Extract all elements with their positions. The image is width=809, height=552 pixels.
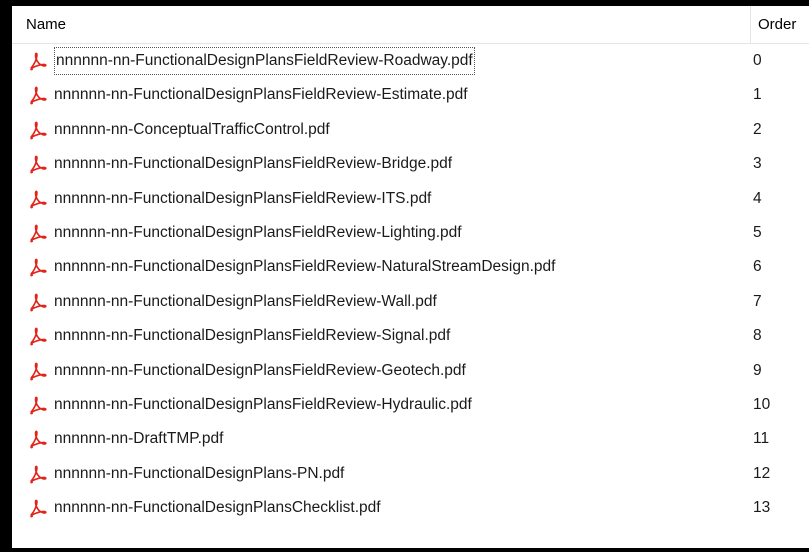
pdf-file-icon [28,498,48,518]
pdf-file-icon [28,395,48,415]
table-row[interactable]: nnnnnn-nn-FunctionalDesignPlansFieldRevi… [12,388,809,422]
table-row[interactable]: nnnnnn-nn-FunctionalDesignPlansFieldRevi… [12,354,809,388]
pdf-file-icon [28,326,48,346]
column-header-order[interactable]: Order [758,6,796,43]
order-value: 5 [753,223,762,241]
file-name: nnnnnn-nn-FunctionalDesignPlansFieldRevi… [54,47,475,75]
file-name: nnnnnn-nn-FunctionalDesignPlansChecklist… [54,499,381,517]
file-list-view: Name Order nnnnnn-nn-FunctionalDesignPla… [0,0,809,552]
file-name: nnnnnn-nn-FunctionalDesignPlansFieldRevi… [54,361,466,379]
table-row[interactable]: nnnnnn-nn-DraftTMP.pdf 11 [12,422,809,456]
table-row[interactable]: nnnnnn-nn-FunctionalDesignPlansFieldRevi… [12,319,809,353]
table-row[interactable]: nnnnnn-nn-FunctionalDesignPlansFieldRevi… [12,250,809,284]
pdf-file-icon [28,223,48,243]
file-name: nnnnnn-nn-FunctionalDesignPlansFieldRevi… [54,155,453,173]
table-row[interactable]: nnnnnn-nn-FunctionalDesignPlansFieldRevi… [12,216,809,250]
table-row[interactable]: nnnnnn-nn-FunctionalDesignPlansFieldRevi… [12,78,809,112]
file-name: nnnnnn-nn-DraftTMP.pdf [54,430,224,448]
table-row[interactable]: nnnnnn-nn-FunctionalDesignPlansFieldRevi… [12,182,809,216]
order-value: 7 [753,292,762,310]
table-row[interactable]: nnnnnn-nn-FunctionalDesignPlansFieldRevi… [12,147,809,181]
pdf-file-icon [28,292,48,312]
order-value: 2 [753,120,762,138]
file-name: nnnnnn-nn-FunctionalDesignPlansFieldRevi… [54,327,451,345]
pdf-file-icon [28,154,48,174]
pdf-file-icon [28,51,48,71]
file-name: nnnnnn-nn-FunctionalDesignPlansFieldRevi… [54,258,556,276]
column-header-name[interactable]: Name [26,6,66,43]
pdf-file-icon [28,189,48,209]
order-value: 4 [753,189,762,207]
list-header: Name Order [12,6,809,44]
pdf-file-icon [28,85,48,105]
order-value: 0 [753,52,762,69]
order-value: 6 [753,258,762,276]
order-value: 8 [753,327,762,345]
order-value: 13 [753,499,771,517]
file-name: nnnnnn-nn-FunctionalDesignPlansFieldRevi… [54,86,468,104]
table-row[interactable]: nnnnnn-nn-FunctionalDesignPlansFieldRevi… [12,44,809,78]
file-rows: nnnnnn-nn-FunctionalDesignPlansFieldRevi… [12,44,809,525]
file-name: nnnnnn-nn-FunctionalDesignPlansFieldRevi… [54,223,462,241]
file-name: nnnnnn-nn-FunctionalDesignPlans-PN.pdf [54,464,345,482]
table-row[interactable]: nnnnnn-nn-FunctionalDesignPlansChecklist… [12,491,809,525]
order-value: 1 [753,86,762,104]
order-value: 10 [753,395,771,413]
file-name: nnnnnn-nn-FunctionalDesignPlansFieldRevi… [54,292,437,310]
pdf-file-icon [28,361,48,381]
table-row[interactable]: nnnnnn-nn-ConceptualTrafficControl.pdf 2 [12,113,809,147]
pdf-file-icon [28,120,48,140]
file-name: nnnnnn-nn-ConceptualTrafficControl.pdf [54,120,330,138]
order-value: 12 [753,464,771,482]
pdf-file-icon [28,257,48,277]
order-value: 11 [753,430,770,448]
column-divider[interactable] [750,6,751,43]
file-name: nnnnnn-nn-FunctionalDesignPlansFieldRevi… [54,395,472,413]
order-value: 3 [753,155,762,173]
pdf-file-icon [28,464,48,484]
table-row[interactable]: nnnnnn-nn-FunctionalDesignPlansFieldRevi… [12,285,809,319]
file-name: nnnnnn-nn-FunctionalDesignPlansFieldRevi… [54,189,432,207]
order-value: 9 [753,361,762,379]
table-row[interactable]: nnnnnn-nn-FunctionalDesignPlans-PN.pdf 12 [12,457,809,491]
pdf-file-icon [28,429,48,449]
